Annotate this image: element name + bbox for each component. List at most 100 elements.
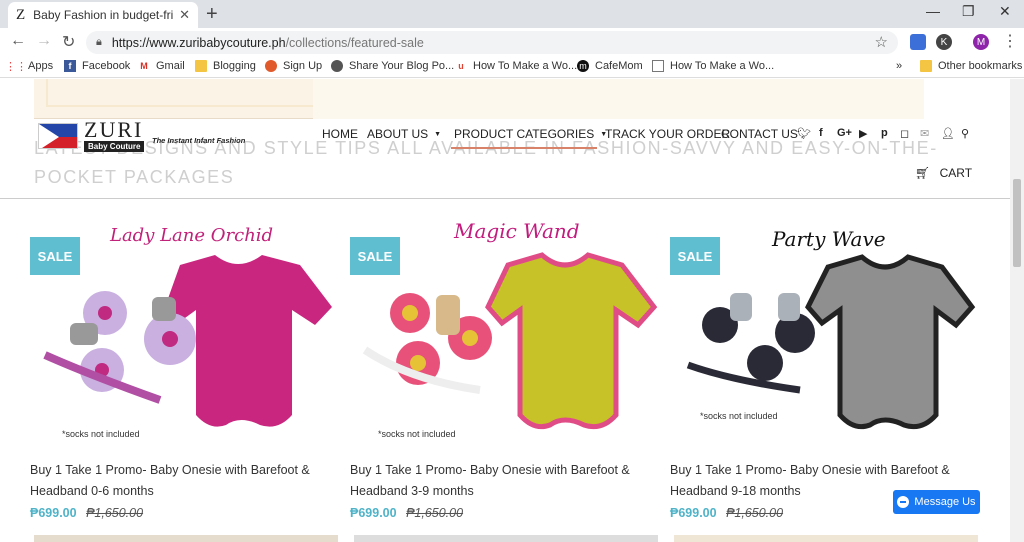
bookmark-share-blog[interactable]: Share Your Blog Po...: [331, 60, 454, 72]
extension-icon[interactable]: [910, 34, 926, 50]
product-card[interactable]: SALE Lady Lane Orchid *socks not include…: [30, 215, 340, 522]
messenger-button[interactable]: Message Us: [893, 490, 980, 514]
folder-icon: [920, 60, 932, 72]
nav-about[interactable]: ABOUT US ▼: [367, 127, 441, 141]
bookmark-how-to-2[interactable]: How To Make a Wo...: [652, 60, 774, 72]
next-row-thumbnail: [34, 535, 338, 542]
onesie-illustration: [43, 255, 332, 427]
folder-icon: [195, 60, 207, 72]
wordpress-icon: u: [458, 61, 464, 71]
bookmark-blogging[interactable]: Blogging: [195, 60, 256, 72]
sale-price: ₱699.00: [30, 506, 77, 520]
cafemom-icon: m: [577, 60, 589, 72]
product-card[interactable]: SALE Magic Wand *socks not included Buy …: [350, 215, 660, 522]
scrollbar-thumb[interactable]: [1013, 179, 1021, 267]
bookmark-label: How To Make a Wo...: [473, 60, 578, 72]
youtube-icon[interactable]: ▶: [859, 127, 867, 140]
logo-tagline: The Instant Infant Fashion: [152, 136, 246, 145]
product-title[interactable]: Buy 1 Take 1 Promo- Baby Onesie with Bar…: [30, 460, 340, 502]
product-price: ₱699.00 ₱1,650.00: [30, 504, 340, 522]
nav-categories-label: PRODUCT CATEGORIES: [454, 127, 595, 141]
logo-wordmark: ZURI: [84, 117, 144, 142]
socks-note: *socks not included: [62, 429, 140, 439]
nav-track-order[interactable]: TRACK YOUR ORDER: [605, 127, 730, 141]
socks-note: *socks not included: [700, 411, 778, 421]
product-title-line: Buy 1 Take 1 Promo- Baby Onesie with Bar…: [670, 463, 950, 477]
next-row-thumbnail: [354, 535, 658, 542]
product-image[interactable]: SALE Party Wave *socks not included: [670, 215, 980, 447]
sale-price: ₱699.00: [350, 506, 397, 520]
scrollbar[interactable]: [1010, 79, 1024, 542]
menu-dots-icon[interactable]: ⋮: [1002, 31, 1018, 51]
restore-icon[interactable]: ❐: [962, 3, 975, 20]
product-title[interactable]: Buy 1 Take 1 Promo- Baby Onesie with Bar…: [350, 460, 660, 502]
nav-product-categories[interactable]: PRODUCT CATEGORIES ▼: [454, 127, 607, 141]
other-bookmarks-label: Other bookmarks: [938, 60, 1023, 72]
tab-strip: Z Baby Fashion in budget-friendly ✕ + — …: [0, 0, 1024, 28]
bookmarks-bar: ⋮⋮ Apps f Facebook M Gmail Blogging Sign…: [0, 56, 1024, 78]
bookmark-how-to-1[interactable]: u How To Make a Wo...: [455, 60, 577, 72]
bookmark-star-icon[interactable]: ☆: [875, 33, 888, 51]
bookmark-label: Apps: [28, 60, 54, 72]
profile-avatar[interactable]: M: [973, 34, 989, 50]
browser-tab[interactable]: Z Baby Fashion in budget-friendly ✕: [8, 2, 198, 28]
compare-price: ₱1,650.00: [86, 506, 144, 520]
sign-up-icon: [265, 60, 277, 72]
apps-grid-icon: ⋮⋮: [5, 60, 27, 73]
site-logo[interactable]: ZURI Baby Couture: [38, 117, 145, 152]
hero-banner-right: [313, 79, 924, 119]
product-title-line: Buy 1 Take 1 Promo- Baby Onesie with Bar…: [30, 463, 310, 477]
close-window-icon[interactable]: ✕: [999, 3, 1011, 20]
messenger-icon: [897, 496, 910, 508]
nav-contact[interactable]: CONTACT US: [721, 127, 798, 141]
onesie-illustration: [362, 252, 658, 430]
close-tab-icon[interactable]: ✕: [179, 7, 190, 23]
pinterest-icon[interactable]: p: [881, 127, 888, 139]
mail-icon[interactable]: ✉: [920, 127, 929, 140]
bookmarks-overflow-button[interactable]: »: [896, 60, 902, 72]
product-image[interactable]: SALE Lady Lane Orchid *socks not include…: [30, 215, 340, 447]
bookmark-gmail[interactable]: M Gmail: [138, 60, 185, 72]
gmail-icon: M: [140, 61, 148, 71]
product-price: ₱699.00 ₱1,650.00: [350, 504, 660, 522]
lock-icon: 🔒︎: [96, 36, 102, 48]
nav-active-underline: [451, 147, 597, 149]
cart-icon: 🛒︎: [915, 166, 931, 180]
bookmark-label: Gmail: [156, 60, 185, 72]
bookmark-label: Blogging: [213, 60, 256, 72]
logo-subtitle: Baby Couture: [84, 141, 145, 152]
back-arrow-icon[interactable]: ←: [10, 32, 26, 50]
forward-arrow-icon[interactable]: →: [36, 32, 52, 50]
instagram-icon[interactable]: ◻: [900, 127, 909, 140]
other-bookmarks[interactable]: Other bookmarks: [920, 60, 1022, 72]
product-image[interactable]: SALE Magic Wand *socks not included: [350, 215, 660, 447]
compare-price: ₱1,650.00: [726, 506, 784, 520]
google-plus-icon[interactable]: G+: [837, 127, 852, 139]
twitter-icon[interactable]: 🐦︎: [797, 127, 811, 140]
reload-icon[interactable]: ↻: [62, 32, 75, 52]
bookmark-sign-up[interactable]: Sign Up: [265, 60, 322, 72]
bookmark-apps[interactable]: ⋮⋮ Apps: [5, 60, 54, 73]
tab-title: Baby Fashion in budget-friendly: [33, 8, 174, 22]
philippine-flag-icon: [38, 123, 78, 149]
socks-note: *socks not included: [378, 429, 456, 439]
bookmark-label: How To Make a Wo...: [670, 60, 775, 72]
address-bar[interactable]: 🔒︎ https://www.zuribabycouture.ph /colle…: [86, 31, 898, 54]
product-card[interactable]: SALE Party Wave *socks not included Buy …: [670, 215, 980, 522]
bookmark-cafemom[interactable]: m CafeMom: [577, 60, 643, 72]
url-path: /collections/featured-sale: [285, 35, 424, 50]
bookmark-label: Facebook: [82, 60, 131, 72]
new-tab-button[interactable]: +: [206, 3, 218, 26]
search-icon[interactable]: ⚲: [961, 127, 969, 140]
facebook-icon[interactable]: f: [819, 127, 823, 139]
bookmark-facebook[interactable]: f Facebook: [64, 60, 130, 72]
messenger-label: Message Us: [914, 496, 976, 508]
sale-price: ₱699.00: [670, 506, 717, 520]
cart-link[interactable]: 🛒︎ CART: [915, 166, 972, 180]
minimize-icon[interactable]: —: [926, 3, 940, 19]
site-favicon-icon: Z: [16, 6, 26, 23]
account-icon[interactable]: 👤︎: [941, 127, 955, 140]
extension-k-icon[interactable]: K: [936, 34, 952, 50]
nav-home[interactable]: HOME: [322, 127, 358, 141]
nav-about-label: ABOUT US: [367, 127, 429, 141]
